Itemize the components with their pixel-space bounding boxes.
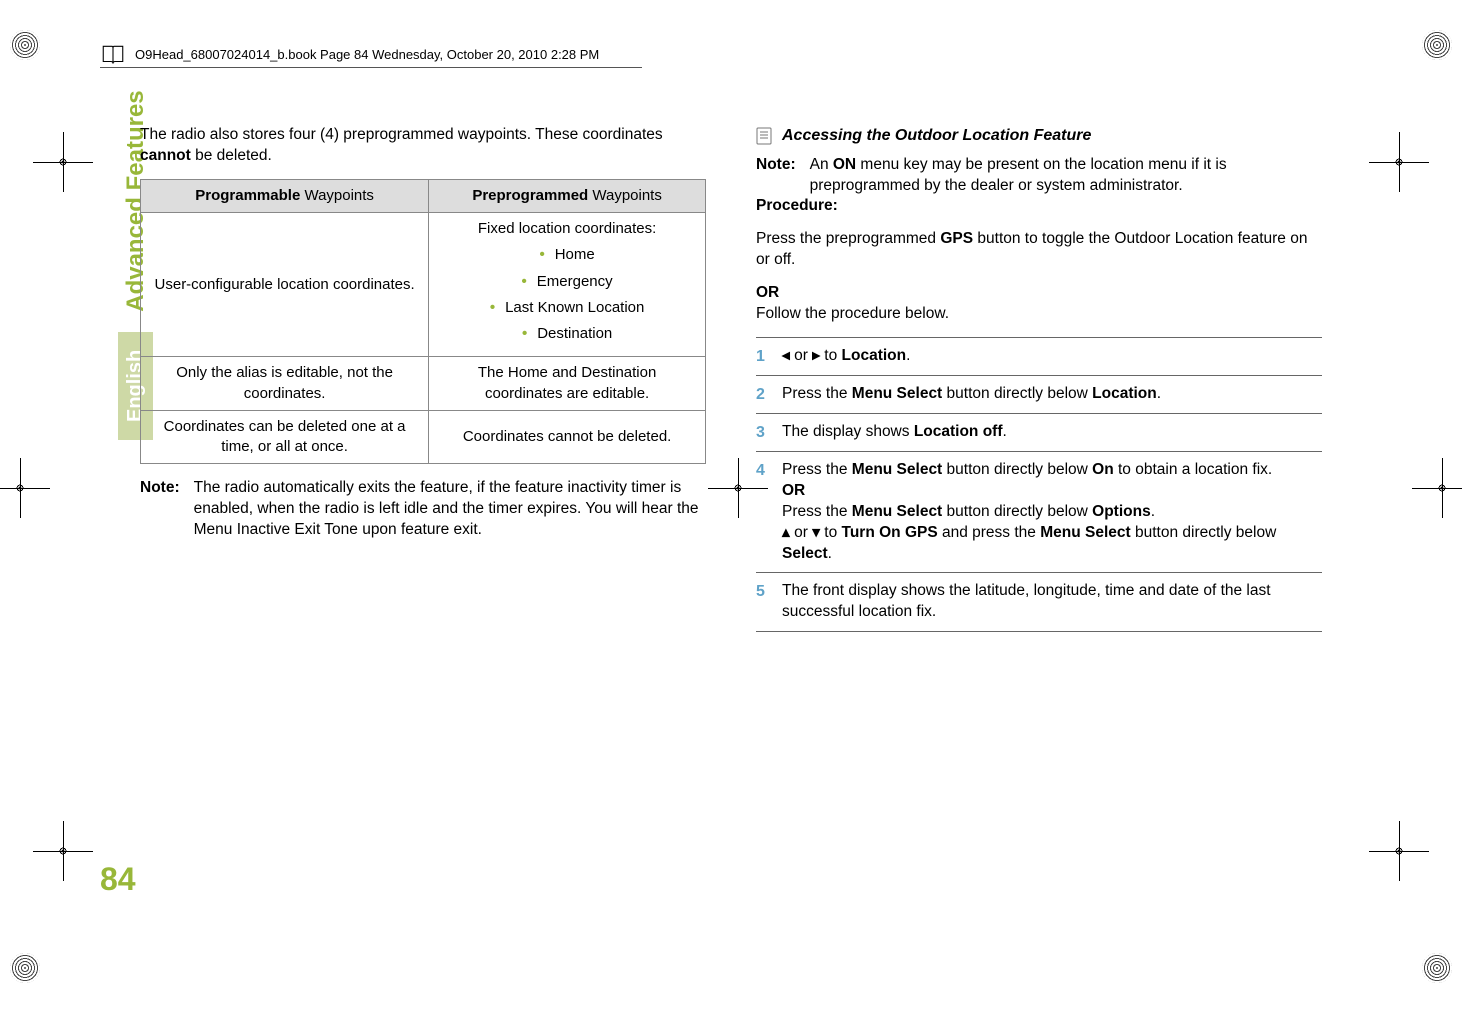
cell-alias-editable: Only the alias is editable, not the coor…: [141, 357, 429, 411]
intro-tail: be deleted.: [191, 147, 272, 164]
procedure-text-2: Follow the procedure below.: [756, 304, 1322, 325]
col-header-programmable: Programmable Waypoints: [141, 179, 429, 212]
intro-paragraph: The radio also stores four (4) preprogra…: [140, 125, 706, 167]
list-item: Last Known Location: [439, 298, 695, 318]
list-item: Destination: [439, 324, 695, 344]
up-arrow-icon: ▴: [782, 524, 790, 541]
intro-bold: cannot: [140, 147, 191, 164]
registration-mark-icon: [1382, 834, 1416, 868]
cell-can-delete: Coordinates can be deleted one at a time…: [141, 410, 429, 464]
note-block: Note: The radio automatically exits the …: [140, 478, 706, 541]
note-body: The radio automatically exits the featur…: [194, 478, 706, 541]
step-2: Press the Menu Select button directly be…: [756, 376, 1322, 414]
step-3: The display shows Location off.: [756, 414, 1322, 452]
cell-fixed-locations: Fixed location coordinates: Home Emergen…: [429, 213, 706, 357]
cell-home-dest-editable: The Home and Destination coordinates are…: [429, 357, 706, 411]
registration-mark-icon: [46, 834, 80, 868]
crop-mark-icon: [1422, 30, 1452, 60]
step-5: The front display shows the latitude, lo…: [756, 573, 1322, 632]
list-item: Home: [439, 245, 695, 265]
registration-mark-icon: [1382, 145, 1416, 179]
crop-mark-icon: [10, 953, 40, 983]
note-block: Note: An ON menu key may be present on t…: [756, 155, 1322, 197]
procedure-icon: [756, 127, 772, 145]
procedure-label: Procedure:: [756, 196, 1322, 217]
page-number: 84: [100, 861, 136, 898]
running-header: O9Head_68007024014_b.book Page 84 Wednes…: [135, 47, 599, 62]
crop-mark-icon: [10, 30, 40, 60]
note-label: Note:: [756, 155, 796, 197]
header-divider: [100, 67, 642, 68]
intro-text: The radio also stores four (4) preprogra…: [140, 126, 663, 143]
note-label: Note:: [140, 478, 180, 541]
registration-mark-icon: [46, 145, 80, 179]
procedure-text: Press the preprogrammed GPS button to to…: [756, 229, 1322, 271]
col-header-preprogrammed: Preprogrammed Waypoints: [429, 179, 706, 212]
cell-cannot-delete: Coordinates cannot be deleted.: [429, 410, 706, 464]
subsection-heading: Accessing the Outdoor Location Feature: [756, 125, 1322, 147]
fixed-lead: Fixed location coordinates:: [478, 220, 656, 237]
down-arrow-icon: ▾: [812, 524, 820, 541]
procedure-steps: ◂ or ▸ to Location. Press the Menu Selec…: [756, 337, 1322, 632]
step-1: ◂ or ▸ to Location.: [756, 337, 1322, 376]
step-4: Press the Menu Select button directly be…: [756, 452, 1322, 574]
registration-mark-icon: [3, 471, 37, 505]
waypoints-table: Programmable Waypoints Preprogrammed Way…: [140, 179, 706, 465]
registration-mark-icon: [1425, 471, 1459, 505]
left-column: The radio also stores four (4) preprogra…: [140, 125, 706, 913]
subsection-title: Accessing the Outdoor Location Feature: [782, 125, 1091, 147]
crop-mark-icon: [1422, 953, 1452, 983]
left-arrow-icon: ◂: [782, 347, 790, 364]
book-icon: [100, 42, 126, 68]
cell-user-configurable: User-configurable location coordinates.: [141, 213, 429, 357]
or-label: OR: [756, 283, 1322, 304]
right-column: Accessing the Outdoor Location Feature N…: [756, 125, 1322, 913]
note-body: An ON menu key may be present on the loc…: [810, 155, 1322, 197]
right-arrow-icon: ▸: [812, 347, 820, 364]
list-item: Emergency: [439, 272, 695, 292]
